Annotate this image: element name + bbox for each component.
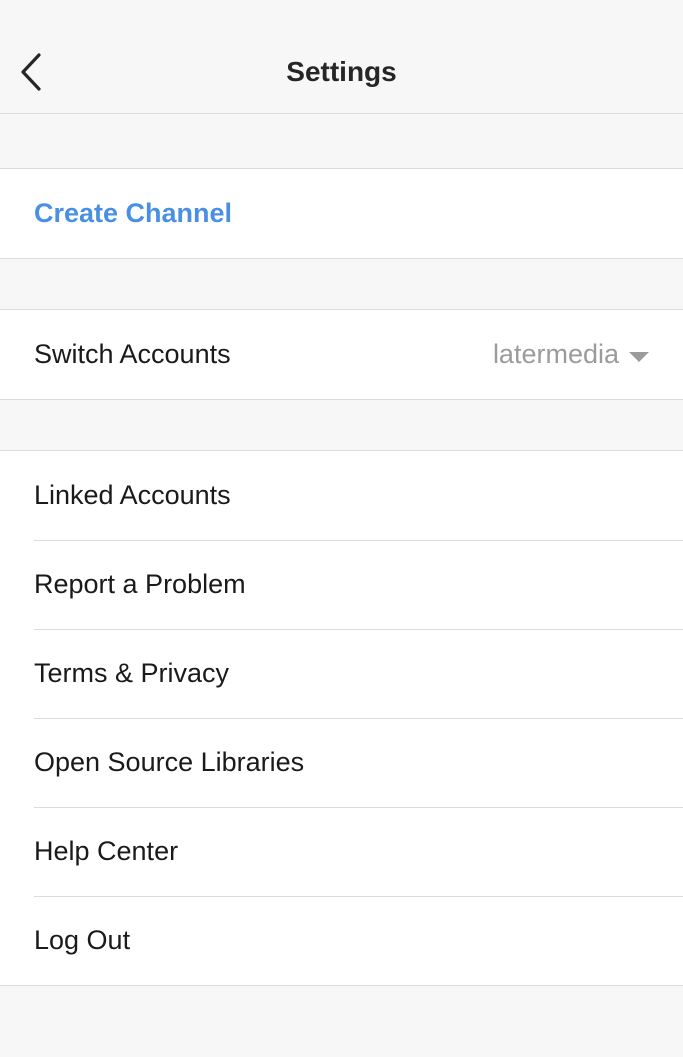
switch-accounts-label: Switch Accounts [34, 339, 231, 369]
section-spacer [0, 114, 683, 168]
page-title: Settings [286, 56, 397, 87]
top-nav-bar: Settings [0, 0, 683, 114]
menu-item-label: Report a Problem [34, 569, 246, 599]
create-channel-label: Create Channel [34, 198, 233, 228]
menu-item-report-a-problem[interactable]: Report a Problem [0, 540, 683, 629]
current-account-name: latermedia [492, 339, 619, 369]
create-channel-group: Create Channel [0, 168, 683, 259]
section-spacer [0, 400, 683, 450]
switch-accounts-group: Switch Accounts latermedia [0, 309, 683, 400]
switch-accounts-row[interactable]: Switch Accounts latermedia [0, 310, 683, 399]
menu-item-help-center[interactable]: Help Center [0, 807, 683, 896]
menu-item-linked-accounts[interactable]: Linked Accounts [0, 451, 683, 540]
settings-menu-group: Linked Accounts Report a Problem Terms &… [0, 450, 683, 986]
section-spacer [0, 259, 683, 309]
menu-item-label: Log Out [34, 925, 131, 955]
create-channel-button[interactable]: Create Channel [0, 169, 683, 258]
menu-item-label: Open Source Libraries [34, 747, 305, 777]
menu-item-label: Linked Accounts [34, 480, 231, 510]
menu-item-label: Terms & Privacy [34, 658, 230, 688]
menu-item-label: Help Center [34, 836, 179, 866]
menu-item-log-out[interactable]: Log Out [0, 896, 683, 985]
menu-item-terms-privacy[interactable]: Terms & Privacy [0, 629, 683, 718]
caret-down-icon [629, 351, 649, 362]
menu-item-open-source-libraries[interactable]: Open Source Libraries [0, 718, 683, 807]
account-selector[interactable]: latermedia [493, 339, 649, 370]
